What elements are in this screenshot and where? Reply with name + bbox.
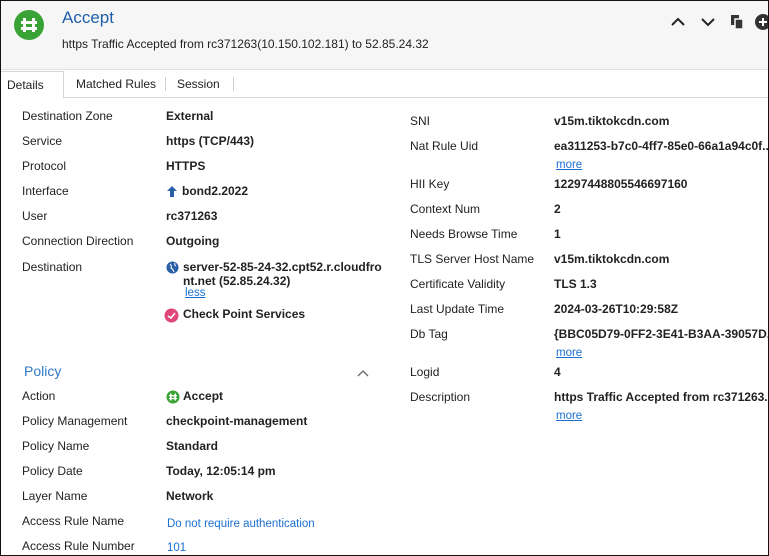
certificate-validity-value: TLS 1.3 [554,277,597,291]
tls-server-host-name-label: TLS Server Host Name [410,252,535,266]
logid-value: 4 [554,365,561,379]
action-value: Accept [183,389,224,403]
connection-direction-value: Outgoing [166,234,220,248]
user-value: rc371263 [166,209,218,223]
nat-rule-uid-value: ea311253-b7c0-4ff7-85e0-66a1a94c0f... [554,139,769,153]
access-rule-name-label: Access Rule Name [22,514,125,528]
destination-service: Check Point Services [183,307,306,321]
certificate-validity-label: Certificate Validity [410,277,506,291]
last-update-time-label: Last Update Time [410,302,505,316]
policy-date-label: Policy Date [22,464,83,478]
protocol-value: HTTPS [166,159,206,173]
needs-browse-time-label: Needs Browse Time [410,227,518,241]
context-num-label: Context Num [410,202,481,216]
destination-host-line2: nt.net (52.85.24.32) [183,274,291,288]
interface-value: bond2.2022 [182,184,249,198]
more-icon[interactable] [753,12,768,32]
service-value: https (TCP/443) [166,134,255,148]
sni-label: SNI [410,114,431,128]
sni-value: v15m.tiktokcdn.com [554,114,670,128]
copy-icon[interactable] [727,12,747,32]
tab-divider [165,77,166,91]
log-subtitle: https Traffic Accepted from rc371263(10.… [62,37,429,51]
hii-key-label: HII Key [410,177,450,191]
last-update-time-value: 2024-03-26T10:29:58Z [554,302,679,316]
tab-session[interactable]: Session [171,71,226,97]
accept-icon [14,10,44,40]
db-tag-more-link[interactable]: more [556,347,582,359]
access-rule-number-link[interactable]: 101 [167,542,186,554]
action-label: Action [22,389,56,403]
destination-zone-value: External [166,109,214,123]
logid-label: Logid [410,365,440,379]
interface-outbound-icon [166,185,178,201]
tab-bar: Details Matched Rules Session [1,71,768,99]
accept-small-icon [166,390,180,407]
protocol-label: Protocol [22,159,67,173]
needs-browse-time-value: 1 [554,227,561,241]
destination-zone-label: Destination Zone [22,109,113,123]
policy-name-label: Policy Name [22,439,90,453]
chevron-up-icon[interactable] [668,12,688,32]
policy-management-value: checkpoint-management [166,414,308,428]
policy-management-label: Policy Management [22,414,128,428]
db-tag-value: {BBC05D79-0FF2-3E41-B3AA-39057D... [554,327,769,341]
interface-label: Interface [22,184,69,198]
tab-divider [233,77,234,91]
layer-name-value: Network [166,489,214,503]
layer-name-label: Layer Name [22,489,88,503]
db-tag-label: Db Tag [410,327,448,341]
service-label: Service [22,134,63,148]
access-rule-name-link[interactable]: Do not require authentication [167,518,315,530]
description-value: https Traffic Accepted from rc371263... [554,390,769,404]
tab-details[interactable]: Details [1,71,64,99]
user-label: User [22,209,48,223]
log-details-window: Accept https Traffic Accepted from rc371… [0,0,769,556]
nat-rule-uid-label: Nat Rule Uid [410,139,479,153]
destination-host-line1: server-52-85-24-32.cpt52.r.cloudfro [183,260,382,274]
tls-server-host-name-value: v15m.tiktokcdn.com [554,252,670,266]
access-rule-number-label: Access Rule Number [22,539,135,553]
collapse-chevron-icon[interactable] [356,367,370,381]
tab-matched-rules[interactable]: Matched Rules [70,71,162,97]
context-num-value: 2 [554,202,561,216]
policy-date-value: Today, 12:05:14 pm [166,464,276,478]
chevron-down-icon[interactable] [698,12,718,32]
description-label: Description [410,390,471,404]
log-title: Accept [62,8,114,27]
description-more-link[interactable]: more [556,410,582,422]
destination-less-link[interactable]: less [185,287,205,299]
log-header: Accept https Traffic Accepted from rc371… [1,1,768,70]
destination-label: Destination [22,260,83,274]
policy-name-value: Standard [166,439,219,453]
globe-icon [166,261,179,277]
nat-rule-uid-more-link[interactable]: more [556,159,582,171]
check-point-services-icon [164,308,179,326]
connection-direction-label: Connection Direction [22,234,134,248]
hii-key-value: 12297448805546697160 [554,177,688,191]
policy-section-title: Policy [24,363,62,379]
